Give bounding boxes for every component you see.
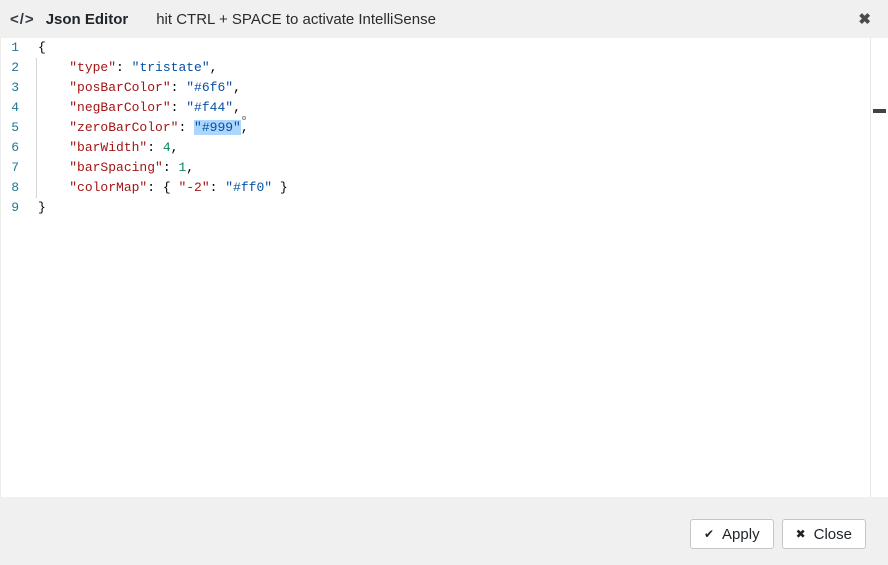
line-number: 8 [1,178,19,198]
dialog-header: </> Json Editor hit CTRL + SPACE to acti… [0,0,888,38]
json-editor-dialog: </> Json Editor hit CTRL + SPACE to acti… [0,0,888,565]
code-line-content: "barWidth": 4, [19,138,178,158]
close-button-label: Close [814,526,852,543]
intellisense-hint: hit CTRL + SPACE to activate IntelliSens… [156,11,436,28]
code-line[interactable]: 4 "negBarColor": "#f44", [1,98,870,118]
json-code-editor[interactable]: 1{2 "type": "tristate",3 "posBarColor": … [0,38,888,497]
code-line[interactable]: 7 "barSpacing": 1, [1,158,870,178]
close-button[interactable]: ✖ Close [782,519,866,549]
code-line[interactable]: 5 "zeroBarColor": "#999", [1,118,870,138]
overview-ruler-cursor-marker [873,109,886,113]
code-line[interactable]: 9} [1,198,870,218]
code-line-content: "barSpacing": 1, [19,158,194,178]
line-number: 9 [1,198,19,218]
code-line-content: } [19,198,46,218]
line-number: 6 [1,138,19,158]
apply-button-label: Apply [722,526,760,543]
code-line[interactable]: 3 "posBarColor": "#6f6", [1,78,870,98]
code-line[interactable]: 1{ [1,38,870,58]
line-number: 4 [1,98,19,118]
overview-ruler-scrollbar[interactable] [870,38,888,497]
line-number: 5 [1,118,19,138]
code-line-content: "negBarColor": "#f44", [19,98,241,118]
line-number: 7 [1,158,19,178]
line-number: 3 [1,78,19,98]
code-line[interactable]: 2 "type": "tristate", [1,58,870,78]
editor-lines[interactable]: 1{2 "type": "tristate",3 "posBarColor": … [1,38,870,218]
code-line-content: "posBarColor": "#6f6", [19,78,241,98]
code-line-content: "type": "tristate", [19,58,217,78]
check-icon: ✔ [704,528,714,540]
code-line[interactable]: 6 "barWidth": 4, [1,138,870,158]
apply-button[interactable]: ✔ Apply [690,519,774,549]
code-line-content: { [19,38,46,58]
selected-text: "#999" [194,120,241,135]
line-number: 2 [1,58,19,78]
dialog-title: Json Editor [46,11,129,28]
code-line[interactable]: 8 "colorMap": { "-2": "#ff0" } [1,178,870,198]
line-number: 1 [1,38,19,58]
code-line-content: "zeroBarColor": "#999", [19,118,249,138]
selection-handle [242,116,246,120]
code-line-content: "colorMap": { "-2": "#ff0" } [19,178,288,198]
x-icon: ✖ [796,528,806,540]
code-icon: </> [10,11,35,28]
dialog-footer: ✔ Apply ✖ Close [0,497,888,565]
close-icon[interactable]: ✖ [858,12,871,27]
